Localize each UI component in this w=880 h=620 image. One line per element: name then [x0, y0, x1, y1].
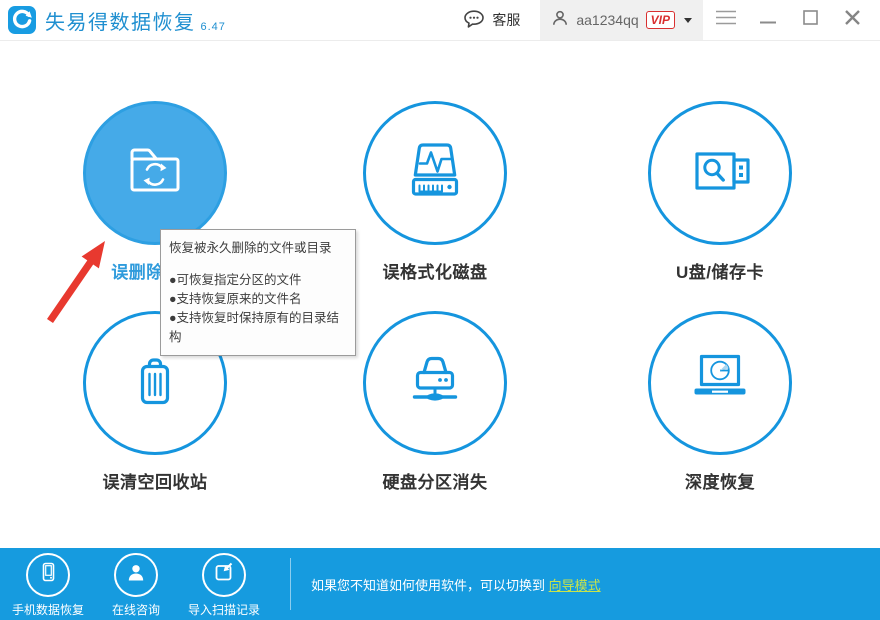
tooltip-bullet: ●支持恢复时保持原有的目录结构 [169, 309, 347, 347]
app-version: 6.47 [201, 21, 226, 33]
action-online-support[interactable]: 在线咨询 [92, 553, 180, 618]
footer-hint: 如果您不知道如何使用软件，可以切换到 向导模式 [311, 575, 601, 594]
action-circle [202, 553, 246, 597]
close-button[interactable] [831, 0, 873, 40]
feature-lost-partition-circle[interactable] [363, 311, 507, 455]
hard-drive-pulse-icon [397, 133, 473, 214]
maximize-icon [803, 10, 818, 30]
vip-badge: VIP [646, 11, 675, 29]
support-person-icon [124, 560, 148, 589]
disk-partition-icon [397, 343, 473, 424]
feature-label: 误清空回收站 [103, 468, 208, 493]
feature-deep-recovery-circle[interactable] [648, 311, 792, 455]
action-phone-data-recovery[interactable]: 手机数据恢复 [4, 553, 92, 618]
import-scan-icon [212, 560, 236, 589]
footer-separator [290, 558, 291, 610]
hamburger-icon [715, 10, 737, 30]
footer-hint-text: 如果您不知道如何使用软件，可以切换到 [311, 578, 549, 593]
action-label: 导入扫描记录 [188, 601, 260, 618]
laptop-recovery-icon [682, 343, 758, 424]
chevron-down-icon [684, 18, 692, 23]
customer-service-label: 客服 [492, 10, 520, 30]
maximize-button[interactable] [789, 0, 831, 40]
customer-service-button[interactable]: 客服 [463, 9, 520, 32]
app-logo-icon [8, 6, 36, 34]
action-label: 手机数据恢复 [12, 601, 84, 618]
feature-usb-storage-card-circle[interactable] [648, 101, 792, 245]
tooltip-bullet: ●可恢复指定分区的文件 [169, 271, 347, 290]
feature-usb-storage-card[interactable]: U盘/储存卡 [560, 101, 880, 311]
footer-bar: 手机数据恢复 在线咨询 导入扫描记录 如果您不知道如何使用 [0, 548, 880, 620]
feature-label: 硬盘分区消失 [383, 468, 488, 493]
feature-deleted-files-circle[interactable] [83, 101, 227, 245]
feature-label: 误格式化磁盘 [383, 258, 488, 283]
usb-drive-icon [682, 133, 758, 214]
chat-bubble-icon [463, 9, 485, 32]
phone-icon [36, 560, 60, 589]
tooltip: 恢复被永久删除的文件或目录 ●可恢复指定分区的文件 ●支持恢复原来的文件名 ●支… [160, 229, 356, 356]
recovery-mode-grid: 误删除文件 误格式化磁盘 [0, 41, 880, 521]
minimize-button[interactable] [747, 0, 789, 40]
wizard-mode-link[interactable]: 向导模式 [549, 578, 601, 593]
feature-label: U盘/储存卡 [676, 258, 764, 283]
red-arrow-annotation [40, 231, 120, 331]
close-icon [845, 10, 860, 30]
action-circle [114, 553, 158, 597]
main-area: 误删除文件 误格式化磁盘 [0, 41, 880, 548]
user-icon [551, 9, 569, 32]
menu-button[interactable] [705, 0, 747, 40]
user-account-menu[interactable]: aa1234qq VIP [540, 0, 703, 40]
tooltip-bullet: ●支持恢复原来的文件名 [169, 290, 347, 309]
folder-recycle-icon [117, 133, 193, 214]
action-import-scan-records[interactable]: 导入扫描记录 [180, 553, 268, 618]
titlebar: 失易得数据恢复 6.47 客服 aa1234qq VIP [0, 0, 880, 41]
action-circle [26, 553, 70, 597]
tooltip-title: 恢复被永久删除的文件或目录 [169, 237, 347, 256]
app-title: 失易得数据恢复 [45, 6, 196, 35]
action-label: 在线咨询 [112, 601, 160, 618]
minimize-icon [760, 11, 776, 29]
window-controls [705, 0, 873, 40]
feature-deep-recovery[interactable]: 深度恢复 [560, 311, 880, 521]
username: aa1234qq [576, 12, 638, 28]
feature-formatted-disk-circle[interactable] [363, 101, 507, 245]
feature-label: 深度恢复 [685, 468, 755, 493]
